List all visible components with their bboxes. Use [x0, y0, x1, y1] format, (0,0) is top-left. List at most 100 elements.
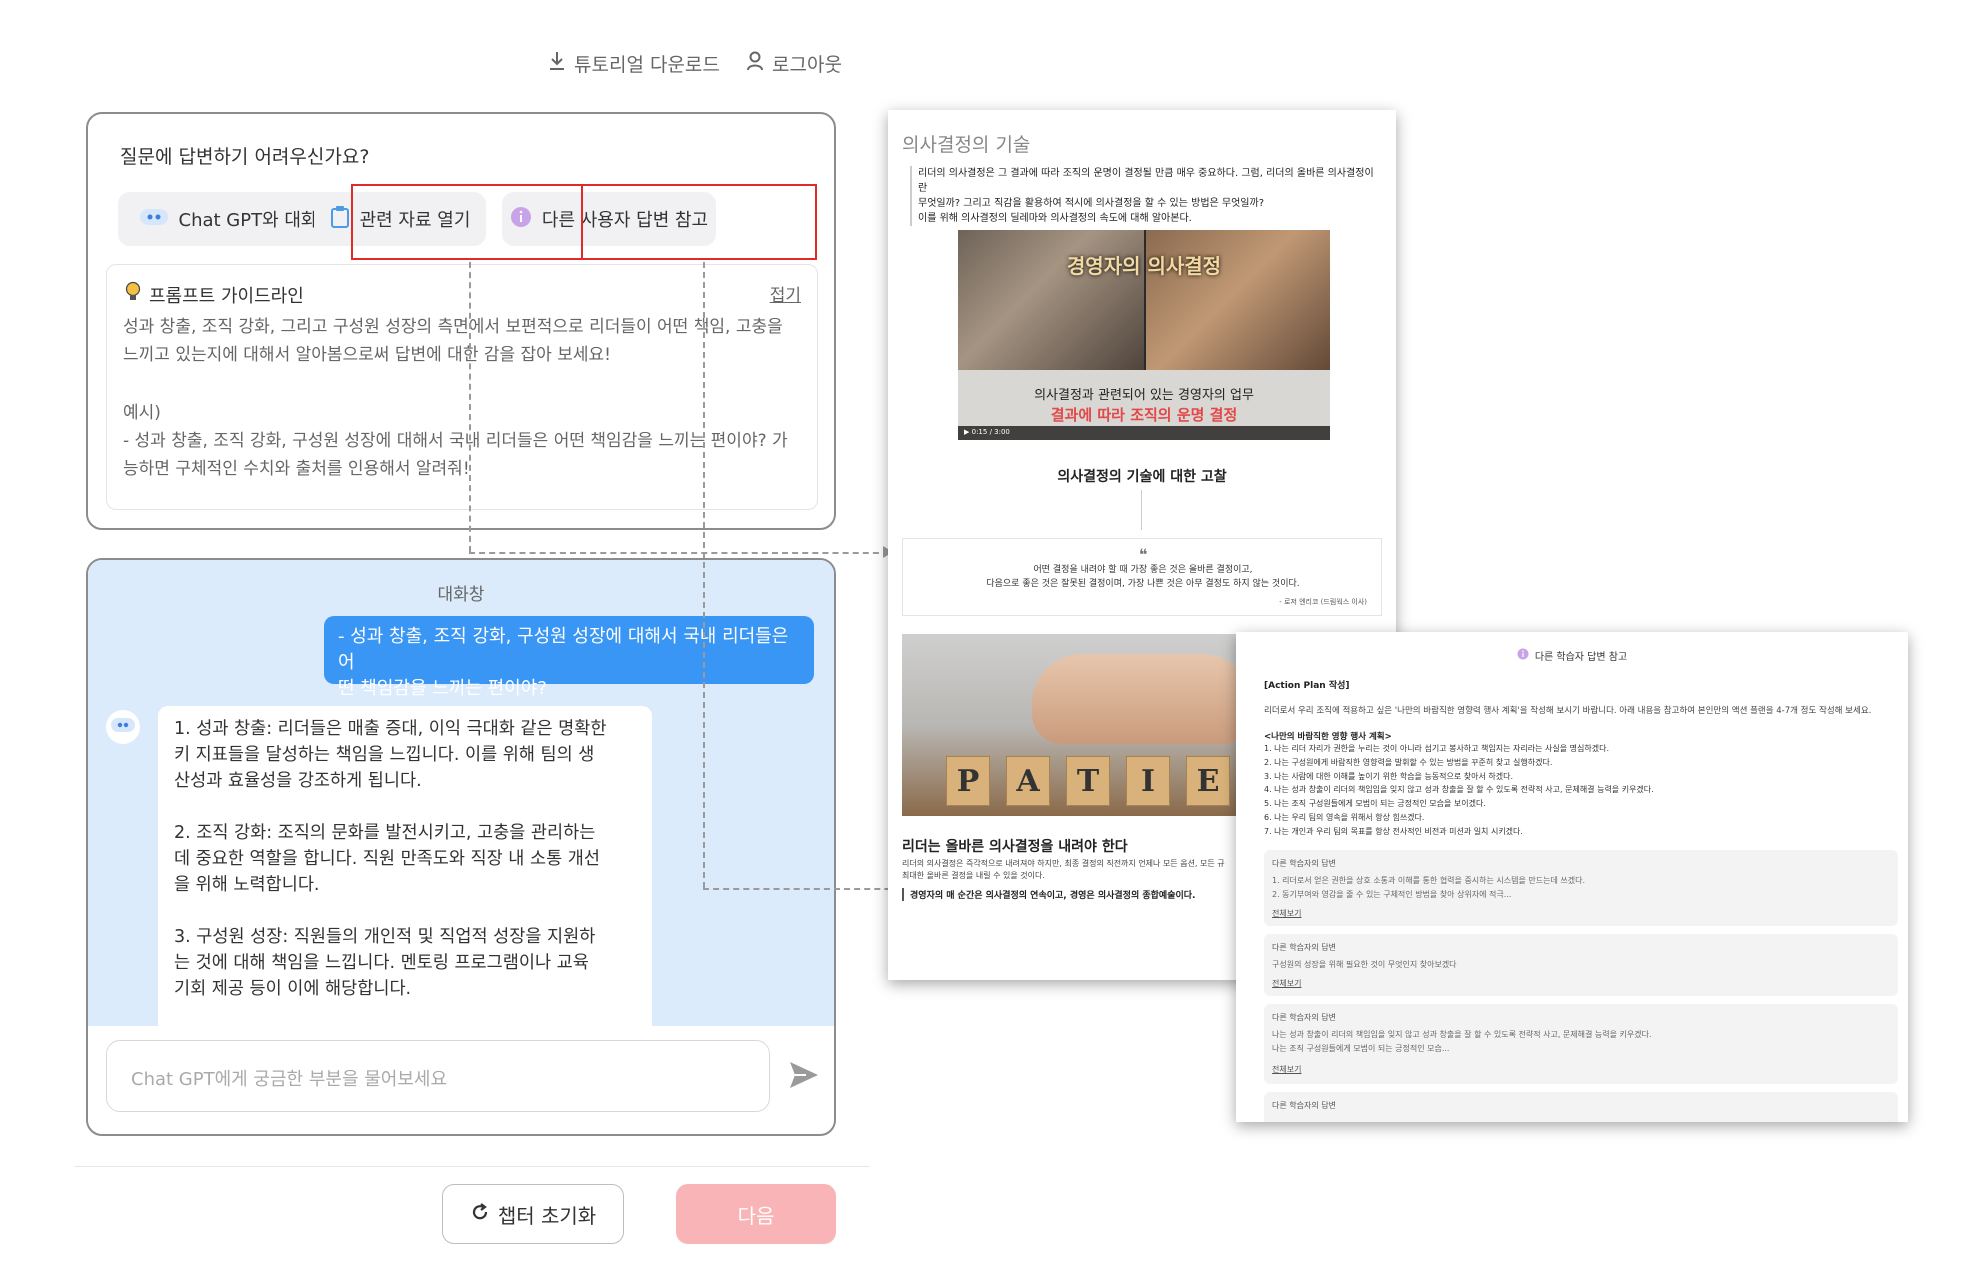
bot-paragraph: 3. 구성원 성장: 직원들의 개인적 및 직업적 성장을 지원하 는 것에 대…	[174, 927, 596, 999]
answer-line: 1. 리더로서 얻은 권한을 상호 소통과 이해를 통한 협력을 중시하는 시스…	[1272, 876, 1586, 885]
quote-line: 다음으로 좋은 것은 잘못된 결정이며, 가장 나쁜 것은 아무 결정도 하지 …	[986, 579, 1300, 589]
answer-label: 다른 학습자의 답변	[1272, 1013, 1336, 1022]
action-plan-intro: 리더로서 우리 조직에 적용하고 싶은 '나만의 바람직한 영향력 행사 계획'…	[1264, 706, 1872, 716]
logout-label: 로그아웃	[772, 54, 842, 76]
answer-text: 1. 리더로서 얻은 권한을 상호 소통과 이해를 통한 협력을 중시하는 시스…	[1272, 874, 1882, 902]
doc-intro-line: 무엇일까? 그리고 직감을 활용하여 적시에 의사결정을 할 수 있는 방법은 …	[918, 198, 1265, 209]
hands-shape	[1032, 654, 1252, 744]
example-line: 능하면 구체적인 수치와 출처를 인용해서 알려줘!	[123, 459, 470, 479]
doc-intro-line: 리더의 의사결정은 그 결과에 따라 조직의 운명이 결정될 만큼 매우 중요하…	[918, 168, 1374, 194]
doc-intro-line: 이를 위해 의사결정의 딜레마와 의사결정의 속도에 대해 알아본다.	[918, 213, 1192, 224]
guide-title: 프롬프트 가이드라인	[125, 281, 304, 308]
divider	[1141, 490, 1142, 530]
example-label: 예시)	[123, 403, 161, 423]
lightbulb-icon	[125, 281, 141, 308]
highlight-box-answers	[581, 184, 817, 260]
quote-line: 어떤 결정을 내려야 할 때 가장 좋은 것은 올바른 결정이고,	[1033, 565, 1253, 575]
video-player[interactable]: 경영자의 의사결정 의사결정과 관련되어 있는 경영자의 업무 결과에 따라 조…	[958, 230, 1330, 440]
video-time: 0:15 / 3:00	[971, 428, 1010, 436]
send-button[interactable]	[788, 1060, 822, 1094]
bot-paragraph: 2. 조직 강화: 조직의 문화를 발전시키고, 고충을 관리하는 데 중요한 …	[174, 823, 600, 895]
answer-card: 다른 학습자의 답변 구성원의 성장을 위해 필요한 것이 무엇인지 찾아보겠다…	[1264, 934, 1898, 996]
connector-line	[469, 552, 889, 554]
plan-item: 3. 나는 사람에 대한 이해를 높이기 위한 학습을 능동적으로 찾아서 하겠…	[1264, 771, 1514, 781]
plan-item: 1. 나는 리더 자리가 권한을 누리는 것이 아니라 섬기고 봉사하고 책임지…	[1264, 744, 1609, 753]
chat-title: 대화창	[437, 585, 485, 605]
send-icon	[788, 1062, 820, 1094]
divider	[74, 1166, 870, 1167]
video-headline: 경영자의 의사결정	[1066, 254, 1222, 278]
play-icon[interactable]: ▶	[964, 428, 969, 436]
clipboard-icon	[330, 205, 350, 234]
chapter-reset-button[interactable]: 챕터 초기화	[442, 1184, 624, 1244]
connector-line	[469, 262, 471, 552]
plan-title: <나만의 바람직한 영향 행사 계획>	[1264, 732, 1392, 742]
doc-intro: 리더의 의사결정은 그 결과에 따라 조직의 운명이 결정될 만큼 매우 중요하…	[910, 166, 1380, 226]
answer-card: 다른 학습자의 답변 나는 성과 창출이 리더의 책임임을 잊지 않고 성과 창…	[1264, 1004, 1898, 1084]
tutorial-download-link[interactable]: 튜토리얼 다운로드	[548, 50, 720, 77]
chat-input[interactable]: Chat GPT에게 궁금한 부분을 물어보세요	[106, 1040, 770, 1112]
info-icon	[1517, 648, 1529, 663]
video-controls[interactable]: ▶ 0:15 / 3:00	[958, 426, 1330, 440]
plan-item: 7. 나는 개인과 우리 팀의 목표를 항상 전사적인 비전과 미션과 일치 시…	[1264, 826, 1523, 836]
tutorial-download-label: 튜토리얼 다운로드	[574, 54, 720, 76]
action-plan-label: [Action Plan 작성]	[1264, 681, 1350, 691]
chat-panel: 대화창 - 성과 창출, 조직 강화, 구성원 성장에 대해서 국내 리더들은 …	[86, 558, 836, 1136]
video-caption-highlight: 결과에 따라 조직의 운명 결정	[1050, 406, 1238, 424]
plan-item: 6. 나는 우리 팀의 영속을 위해서 항상 힘쓰겠다.	[1264, 812, 1425, 822]
doc2-header: 다른 학습자 답변 참고	[1236, 648, 1908, 663]
answer-card: 다른 학습자의 답변 1. 리더로서 얻은 권한을 상호 소통과 이해를 통한 …	[1264, 850, 1898, 926]
user-message-line: - 성과 창출, 조직 강화, 구성원 성장에 대해서 국내 리더들은 어	[338, 626, 789, 673]
guide-body: 성과 창출, 조직 강화, 그리고 구성원 성장의 측면에서 보편적으로 리더들…	[123, 313, 803, 369]
view-all-link[interactable]: 전체보기	[1272, 908, 1301, 919]
answer-label: 다른 학습자의 답변	[1272, 1101, 1336, 1110]
highlight-box-material	[351, 184, 583, 260]
quote-text: 어떤 결정을 내려야 할 때 가장 좋은 것은 올바른 결정이고, 다음으로 좋…	[903, 563, 1383, 591]
user-icon	[746, 51, 764, 76]
plan-item: 5. 나는 조직 구성원들에게 모범이 되는 긍정적인 모습을 보이겠다.	[1264, 799, 1486, 809]
letter-block: T	[1066, 756, 1110, 806]
letter-block: P	[946, 756, 990, 806]
answer-line: 구성원의 성장을 위해 필요한 것이 무엇인지 찾아보겠다	[1272, 960, 1457, 969]
answer-line: 나는 조직 구성원들에게 모범이 되는 긍정적인 모습...	[1272, 1044, 1450, 1053]
plan-item: 2. 나는 구성원에게 바람직한 영향력을 발휘할 수 있는 방법을 꾸준히 찾…	[1264, 757, 1553, 767]
guide-body-line: 느끼고 있는지에 대해서 알아봄으로써 답변에 대한 감을 잡아 보세요!	[123, 345, 611, 365]
letter-block: E	[1186, 756, 1230, 806]
view-all-link[interactable]: 전체보기	[1272, 1064, 1301, 1075]
answer-text: 나는 성과 창출이 리더의 책임임을 잊지 않고 성과 창출을 잘 할 수 있도…	[1272, 1028, 1882, 1056]
help-title: 질문에 답변하기 어려우신가요?	[120, 146, 370, 168]
other-answers-document: 다른 학습자 답변 참고 [Action Plan 작성] 리더로서 우리 조직…	[1236, 632, 1908, 1122]
refresh-icon	[470, 1202, 490, 1227]
view-all-link[interactable]: 전체보기	[1272, 978, 1301, 989]
video-caption: 의사결정과 관련되어 있는 경영자의 업무	[1034, 388, 1254, 403]
guide-title-label: 프롬프트 가이드라인	[149, 285, 304, 307]
quote-box: ❝ 어떤 결정을 내려야 할 때 가장 좋은 것은 올바른 결정이고, 다음으로…	[902, 538, 1382, 616]
next-button[interactable]: 다음	[676, 1184, 836, 1244]
answer-label: 다른 학습자의 답변	[1272, 943, 1336, 952]
section-title: 리더는 올바른 의사결정을 내려야 한다	[902, 839, 1128, 855]
chat-gpt-button[interactable]: Chat GPT와 대화	[118, 192, 338, 246]
guide-body-line: 성과 창출, 조직 강화, 그리고 구성원 성장의 측면에서 보편적으로 리더들…	[123, 317, 783, 337]
help-panel: 질문에 답변하기 어려우신가요? Chat GPT와 대화 관련 자료 열기 다…	[86, 112, 836, 530]
quote-author: - 로저 엔리코 (드림웍스 이사)	[1279, 598, 1367, 606]
answer-card: 다른 학습자의 답변	[1264, 1092, 1898, 1122]
chat-area: 대화창 - 성과 창출, 조직 강화, 구성원 성장에 대해서 국내 리더들은 …	[88, 560, 834, 1036]
plan-list: 1. 나는 리더 자리가 권한을 누리는 것이 아니라 섬기고 봉사하고 책임지…	[1264, 742, 1894, 839]
letter-block: I	[1126, 756, 1170, 806]
guide-example: 예시) - 성과 창출, 조직 강화, 구성원 성장에 대해서 국내 리더들은 …	[123, 399, 803, 483]
prompt-guide-card: 프롬프트 가이드라인 접기 성과 창출, 조직 강화, 그리고 구성원 성장의 …	[106, 264, 818, 510]
quote-icon: ❝	[1138, 545, 1148, 564]
user-message-line: 떤 책임감을 느끼는 편이야?	[338, 678, 547, 699]
answer-label: 다른 학습자의 답변	[1272, 859, 1336, 868]
chat-gpt-label: Chat GPT와 대화	[178, 210, 318, 231]
fold-link[interactable]: 접기	[770, 281, 801, 306]
answer-line: 2. 동기부여와 영감을 줄 수 있는 구체적인 방법을 찾아 상위자에 적극.…	[1272, 890, 1512, 899]
user-message: - 성과 창출, 조직 강화, 구성원 성장에 대해서 국내 리더들은 어 떤 …	[324, 616, 814, 699]
chat-bot-icon	[139, 206, 169, 233]
example-line: - 성과 창출, 조직 강화, 구성원 성장에 대해서 국내 리더들은 어떤 책…	[123, 431, 788, 451]
doc-title: 의사결정의 기술	[902, 134, 1031, 156]
answer-text: 구성원의 성장을 위해 필요한 것이 무엇인지 찾아보겠다	[1272, 958, 1882, 972]
bot-message: 1. 성과 창출: 리더들은 매출 증대, 이익 극대화 같은 명확한 키 지표…	[158, 706, 652, 1036]
bot-avatar	[106, 710, 140, 744]
logout-link[interactable]: 로그아웃	[746, 50, 842, 77]
